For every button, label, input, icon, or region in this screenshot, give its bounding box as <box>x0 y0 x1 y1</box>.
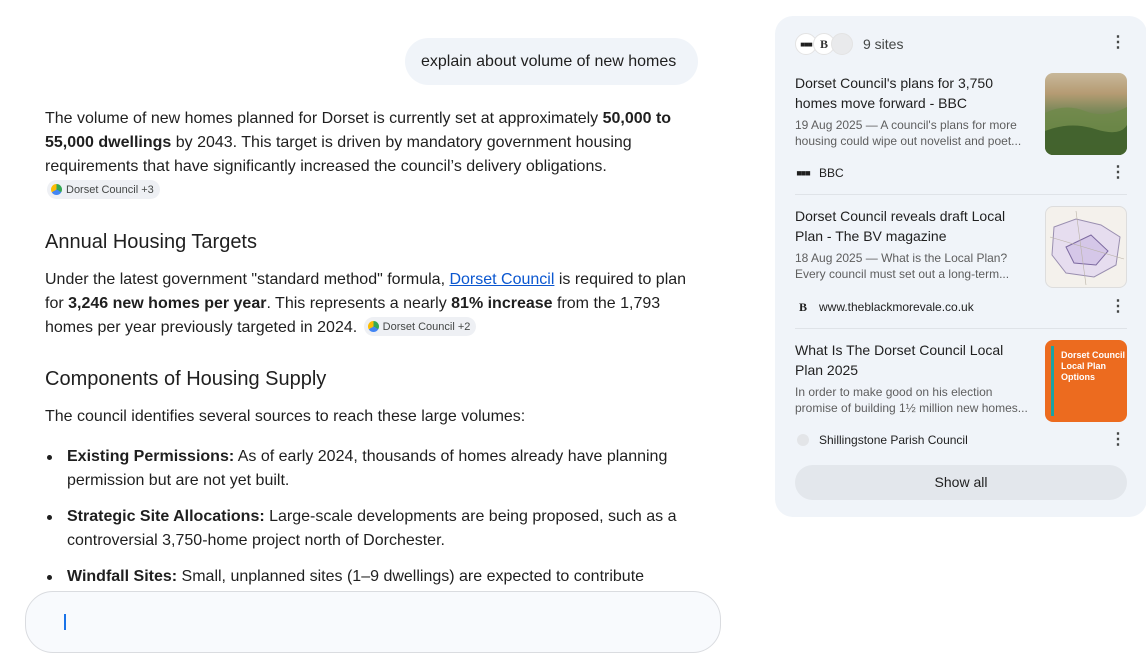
cover-title: Dorset Council Local Plan Options <box>1061 350 1126 382</box>
divider <box>795 328 1127 329</box>
map-image <box>1049 210 1125 286</box>
sources-panel: ■■■ B 9 sites ⋮ Dorset Council's plans f… <box>775 16 1146 517</box>
source-favicons: ■■■ B <box>795 33 853 55</box>
citation-chip-label: Dorset Council +2 <box>382 320 471 333</box>
source-name: BBC <box>819 166 844 180</box>
answer-paragraph-components: The council identifies several sources t… <box>45 408 526 425</box>
user-message-bubble: explain about volume of new homes <box>405 38 698 85</box>
citation-chip[interactable]: Dorset Council +2 <box>363 317 477 337</box>
text-caret <box>64 614 66 630</box>
divider <box>795 194 1127 195</box>
sites-count: 9 sites <box>863 36 904 52</box>
citation-chip[interactable]: Dorset Council +3 <box>47 180 160 200</box>
source-card-title: What Is The Dorset Council Local Plan 20… <box>795 342 1004 378</box>
bold-homes-per-year: 3,246 new homes per year <box>68 295 267 312</box>
source-card[interactable]: Dorset Council reveals draft Local Plan … <box>795 206 1127 321</box>
dorset-council-link[interactable]: Dorset Council <box>449 271 554 288</box>
list-item: Strategic Site Allocations: Large-scale … <box>45 505 705 553</box>
source-card-snippet: 18 Aug 2025 — What is the Local Plan? Ev… <box>795 251 1010 281</box>
card-menu-icon[interactable]: ⋮ <box>1106 295 1130 319</box>
source-card-title: Dorset Council reveals draft Local Plan … <box>795 208 1006 244</box>
show-all-button[interactable]: Show all <box>795 465 1127 500</box>
source-card-source: ■■■ BBC <box>795 163 844 183</box>
source-name: www.theblackmorevale.co.uk <box>819 300 974 314</box>
supply-list: Existing Permissions: As of early 2024, … <box>45 445 705 601</box>
source-card-source: B www.theblackmorevale.co.uk <box>795 297 974 317</box>
landscape-thumbnail <box>1045 73 1127 155</box>
source-card[interactable]: Dorset Council's plans for 3,750 homes m… <box>795 73 1127 188</box>
landscape-image <box>1045 107 1127 155</box>
prompt-input[interactable] <box>25 591 721 653</box>
heading-components: Components of Housing Supply <box>45 368 327 390</box>
text-run: The volume of new homes planned for Dors… <box>45 110 603 127</box>
source-name: Shillingstone Parish Council <box>819 433 968 447</box>
bbc-logo-icon: ■■■ <box>796 168 810 178</box>
text-run: Under the latest government "standard me… <box>45 271 450 288</box>
text-run: . This represents a nearly <box>266 295 452 312</box>
list-item: Windfall Sites: Small, unplanned sites (… <box>45 565 705 589</box>
user-message-text: explain about volume of new homes <box>421 53 677 70</box>
list-item-label: Windfall Sites: <box>67 568 178 585</box>
heading-annual-targets: Annual Housing Targets <box>45 231 257 253</box>
source-card-title: Dorset Council's plans for 3,750 homes m… <box>795 75 993 111</box>
card-menu-icon[interactable]: ⋮ <box>1106 161 1130 185</box>
list-item-text: Small, unplanned sites (1–9 dwellings) a… <box>177 568 645 585</box>
card-menu-icon[interactable]: ⋮ <box>1106 428 1130 452</box>
list-item-label: Strategic Site Allocations: <box>67 508 265 525</box>
dorset-council-icon <box>367 321 379 333</box>
map-thumbnail <box>1045 206 1127 288</box>
list-item-label: Existing Permissions: <box>67 448 235 465</box>
list-item: Existing Permissions: As of early 2024, … <box>45 445 705 493</box>
shillingstone-logo-icon <box>831 33 853 55</box>
dorset-council-icon <box>51 184 62 196</box>
more-options-icon[interactable]: ⋮ <box>1106 31 1130 55</box>
source-card-snippet: 19 Aug 2025 — A council's plans for more… <box>795 118 1022 148</box>
source-card-snippet: In order to make good on his election pr… <box>795 385 1028 415</box>
bv-logo-icon: B <box>798 299 807 314</box>
source-card[interactable]: What Is The Dorset Council Local Plan 20… <box>795 340 1127 455</box>
cover-accent-bar <box>1051 346 1054 416</box>
source-card-source: Shillingstone Parish Council <box>795 430 968 450</box>
shillingstone-logo-icon <box>795 432 811 448</box>
sources-header[interactable]: ■■■ B 9 sites <box>795 33 903 55</box>
citation-chip-label: Dorset Council +3 <box>66 183 154 196</box>
answer-paragraph-intro: The volume of new homes planned for Dors… <box>45 107 705 203</box>
bold-increase: 81% increase <box>451 295 553 312</box>
answer-paragraph-annual: Under the latest government "standard me… <box>45 268 705 340</box>
report-cover-thumbnail: Dorset Council Local Plan Options <box>1045 340 1127 422</box>
